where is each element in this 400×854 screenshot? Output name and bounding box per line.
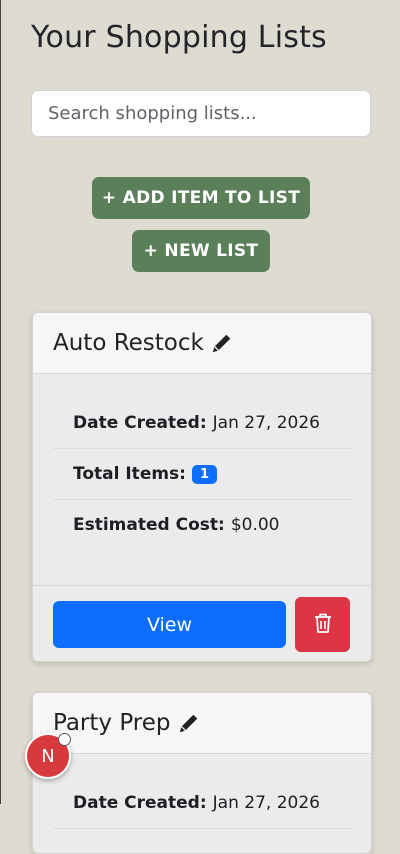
- total-items-label: Total Items:: [73, 464, 186, 484]
- add-item-to-list-button[interactable]: + ADD ITEM TO LIST: [92, 177, 310, 219]
- pencil-icon[interactable]: [212, 334, 231, 353]
- search-input[interactable]: [31, 90, 371, 137]
- date-created-value: Jan 27, 2026: [212, 793, 320, 813]
- estimated-cost-value: $0.00: [230, 515, 280, 535]
- delete-button[interactable]: [295, 597, 350, 652]
- new-list-button[interactable]: + NEW LIST: [132, 230, 270, 272]
- window-edge: [0, 0, 1, 804]
- shopping-list-card: Auto Restock Date Created: Jan 27, 2026 …: [32, 312, 372, 662]
- list-info: Date Created: Jan 27, 2026: [33, 754, 371, 829]
- pencil-icon[interactable]: [179, 714, 198, 733]
- total-items-badge: 1: [191, 464, 218, 484]
- view-button[interactable]: View: [53, 601, 286, 648]
- estimated-cost-row: Estimated Cost: $0.00: [53, 500, 351, 550]
- page-title: Your Shopping Lists: [31, 20, 327, 55]
- date-created-label: Date Created:: [73, 413, 207, 433]
- notification-dot: [58, 733, 71, 746]
- date-created-value: Jan 27, 2026: [212, 413, 320, 433]
- date-created-label: Date Created:: [73, 793, 207, 813]
- shopping-list-card: Party Prep Date Created: Jan 27, 2026: [32, 692, 372, 854]
- card-header: Auto Restock: [33, 313, 371, 374]
- trash-icon: [313, 612, 333, 637]
- date-created-row: Date Created: Jan 27, 2026: [53, 398, 351, 449]
- estimated-cost-label: Estimated Cost:: [73, 515, 225, 535]
- card-header: Party Prep: [33, 693, 371, 754]
- list-name: Party Prep: [53, 710, 171, 736]
- total-items-row: Total Items: 1: [53, 449, 351, 500]
- list-name: Auto Restock: [53, 330, 204, 356]
- card-footer: View: [33, 585, 371, 661]
- list-info: Date Created: Jan 27, 2026 Total Items: …: [33, 374, 371, 550]
